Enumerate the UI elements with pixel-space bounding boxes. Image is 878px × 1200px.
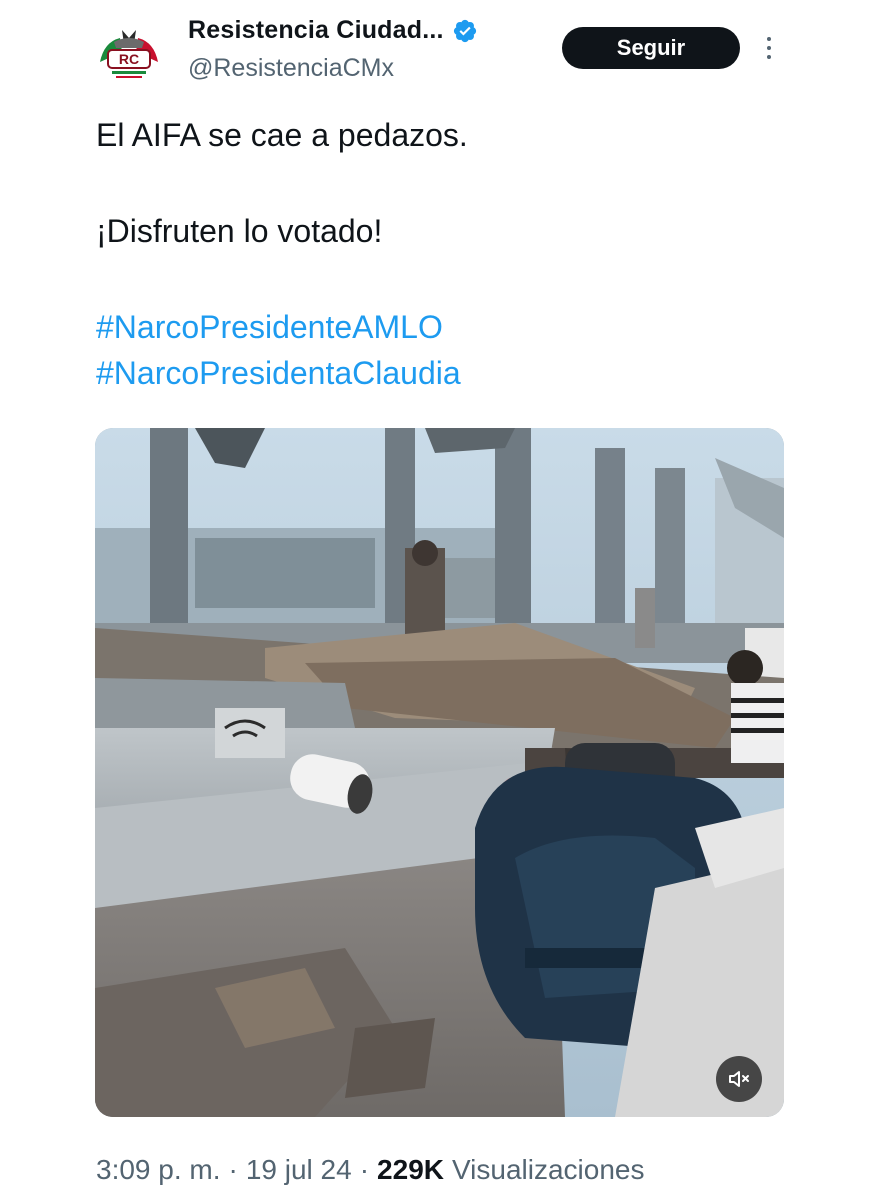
speaker-muted-icon <box>729 1071 749 1087</box>
tweet-metadata: 3:09 p. m. · 19 jul 24 · 229K Visualizac… <box>96 1154 644 1186</box>
user-handle[interactable]: @ResistenciaCMx <box>188 54 394 83</box>
meta-separator: · <box>228 1154 238 1185</box>
meta-separator: · <box>359 1154 370 1185</box>
video-player[interactable] <box>95 428 784 1117</box>
name-row: Resistencia Ciudad... <box>188 16 478 45</box>
tweet-text-line-2: ¡Disfruten lo votado! <box>96 213 383 249</box>
verified-badge-icon <box>453 19 476 42</box>
tweet-text-line-1: El AIFA se cae a pedazos. <box>96 117 468 153</box>
hashtag-link[interactable]: #NarcoPresidenteAMLO <box>96 306 443 348</box>
follow-button[interactable]: Seguir <box>562 27 740 69</box>
tweet-date[interactable]: 19 jul 24 <box>246 1154 352 1186</box>
views-label: Visualizaciones <box>451 1154 645 1185</box>
tweet: RC Resistencia Ciudad... @ResistenciaCMx… <box>0 0 878 1200</box>
mute-toggle-button[interactable] <box>716 1056 762 1102</box>
tweet-time[interactable]: 3:09 p. m. <box>96 1154 221 1186</box>
views-count: 229K <box>377 1154 444 1185</box>
display-name[interactable]: Resistencia Ciudad... <box>188 16 444 45</box>
avatar-initials: RC <box>119 51 139 67</box>
avatar-logo: RC <box>94 22 164 92</box>
more-options-icon[interactable] <box>758 30 780 66</box>
video-frame <box>95 428 784 1117</box>
avatar[interactable]: RC <box>94 22 164 92</box>
hashtag-link[interactable]: #NarcoPresidentaClaudia <box>96 352 461 394</box>
